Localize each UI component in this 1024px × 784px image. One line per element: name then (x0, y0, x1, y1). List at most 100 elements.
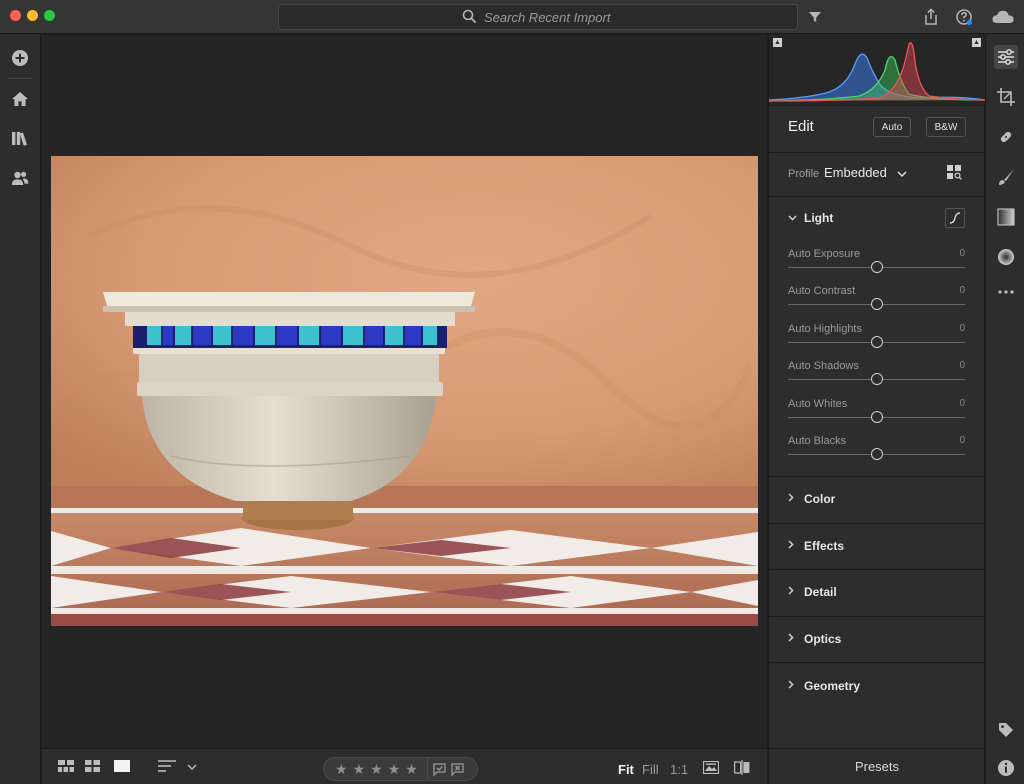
presets-button[interactable]: Presets (769, 748, 985, 784)
profile-value: Embedded (824, 165, 887, 180)
rating-star-3[interactable]: ★ (370, 762, 383, 776)
linear-gradient-icon[interactable] (994, 205, 1018, 229)
bottom-toolbar: ★ ★ ★ ★ ★ Fit Fill 1:1 (42, 748, 767, 784)
color-section-header[interactable]: Color (788, 492, 835, 506)
filter-icon[interactable] (806, 8, 824, 26)
help-icon[interactable] (955, 8, 973, 26)
keyword-tag-icon[interactable] (994, 718, 1018, 742)
sidebar-divider (8, 78, 32, 79)
photo-image[interactable] (51, 156, 758, 626)
shadow-clipping-toggle[interactable]: ▲ (773, 38, 782, 47)
edit-panel-title: Edit (788, 118, 814, 135)
radial-gradient-icon[interactable] (994, 245, 1018, 269)
chevron-right-icon (788, 633, 796, 645)
slider-knob[interactable] (870, 373, 883, 385)
panel-divider (769, 569, 985, 570)
healing-icon[interactable] (994, 125, 1018, 149)
search-icon (462, 9, 476, 26)
profile-dropdown[interactable]: Embedded (824, 165, 907, 181)
slider-value: 0 (959, 285, 965, 296)
rating-star-4[interactable]: ★ (388, 762, 401, 776)
exposure-slider[interactable]: Auto Exposure 0 (788, 248, 965, 276)
slider-knob[interactable] (870, 411, 883, 423)
more-icon[interactable] (994, 280, 1018, 304)
contrast-slider[interactable]: Auto Contrast 0 (788, 285, 965, 313)
before-after-icon[interactable] (734, 760, 750, 775)
pill-divider (426, 758, 428, 780)
panel-divider (769, 196, 985, 197)
brush-icon[interactable] (994, 165, 1018, 189)
library-icon[interactable] (9, 127, 31, 149)
fit-view-button[interactable]: Fit (618, 762, 634, 777)
reject-flag-icon[interactable] (451, 762, 464, 776)
edit-panel: ▲ ▲ Edit Auto B&W Profile Embedded Light… (768, 34, 986, 784)
slider-label: Auto Contrast (788, 285, 856, 297)
slider-knob[interactable] (870, 448, 883, 460)
minimize-window-button[interactable] (27, 10, 38, 21)
geometry-section-header[interactable]: Geometry (788, 679, 860, 693)
detail-view-icon[interactable] (114, 760, 130, 772)
blacks-slider[interactable]: Auto Blacks 0 (788, 435, 965, 463)
search-input[interactable] (484, 9, 614, 25)
slider-label: Auto Highlights (788, 323, 862, 335)
one-to-one-view-button[interactable]: 1:1 (670, 762, 688, 777)
tool-strip (985, 34, 1024, 784)
shadows-slider[interactable]: Auto Shadows 0 (788, 360, 965, 388)
chevron-down-icon (896, 166, 907, 181)
slider-label: Auto Shadows (788, 360, 859, 372)
chevron-down-icon (788, 213, 797, 224)
highlight-clipping-toggle[interactable]: ▲ (972, 38, 981, 47)
auto-button[interactable]: Auto (873, 117, 911, 137)
photo-grid-icon[interactable] (85, 760, 100, 772)
bw-button[interactable]: B&W (926, 117, 966, 137)
slider-label: Auto Exposure (788, 248, 861, 260)
tone-curve-icon[interactable] (945, 208, 965, 228)
light-section-label: Light (804, 211, 834, 225)
cloud-icon[interactable] (991, 8, 1015, 26)
slider-knob[interactable] (870, 261, 883, 273)
light-section-header[interactable]: Light (788, 211, 833, 225)
search-box[interactable] (278, 4, 798, 30)
slider-value: 0 (959, 323, 965, 334)
highlights-slider[interactable]: Auto Highlights 0 (788, 323, 965, 351)
panel-divider (769, 662, 985, 663)
close-window-button[interactable] (10, 10, 21, 21)
title-bar (0, 0, 1024, 34)
pick-flag-icon[interactable] (433, 762, 446, 776)
rating-star-5[interactable]: ★ (405, 762, 418, 776)
effects-section-header[interactable]: Effects (788, 539, 844, 553)
profile-browser-icon[interactable] (946, 164, 962, 183)
left-sidebar (0, 34, 41, 784)
square-grid-icon[interactable] (58, 760, 74, 772)
home-icon[interactable] (9, 88, 31, 110)
slider-value: 0 (959, 398, 965, 409)
detail-section-header[interactable]: Detail (788, 585, 837, 599)
whites-slider[interactable]: Auto Whites 0 (788, 398, 965, 426)
optics-section-header[interactable]: Optics (788, 632, 841, 646)
sort-icon[interactable] (158, 760, 176, 772)
crop-icon[interactable] (994, 85, 1018, 109)
people-icon[interactable] (9, 167, 31, 189)
slider-label: Auto Blacks (788, 435, 847, 447)
rating-star-1[interactable]: ★ (335, 762, 348, 776)
slider-knob[interactable] (870, 336, 883, 348)
panel-divider (769, 476, 985, 477)
share-icon[interactable] (922, 8, 940, 26)
section-label: Optics (804, 632, 842, 646)
add-photos-icon[interactable] (9, 47, 31, 69)
histogram: ▲ ▲ (768, 34, 986, 106)
fill-view-button[interactable]: Fill (642, 762, 659, 777)
chevron-right-icon (788, 586, 796, 598)
slider-value: 0 (959, 435, 965, 446)
slider-knob[interactable] (870, 298, 883, 310)
info-icon[interactable] (994, 756, 1018, 780)
section-label: Effects (804, 539, 845, 553)
chevron-right-icon (788, 540, 796, 552)
sort-chevron-icon[interactable] (187, 764, 197, 770)
zoom-window-button[interactable] (44, 10, 55, 21)
chevron-right-icon (788, 493, 796, 505)
compare-icon[interactable] (703, 761, 719, 774)
panel-divider (769, 616, 985, 617)
edit-sliders-icon[interactable] (994, 45, 1018, 69)
rating-star-2[interactable]: ★ (353, 762, 366, 776)
